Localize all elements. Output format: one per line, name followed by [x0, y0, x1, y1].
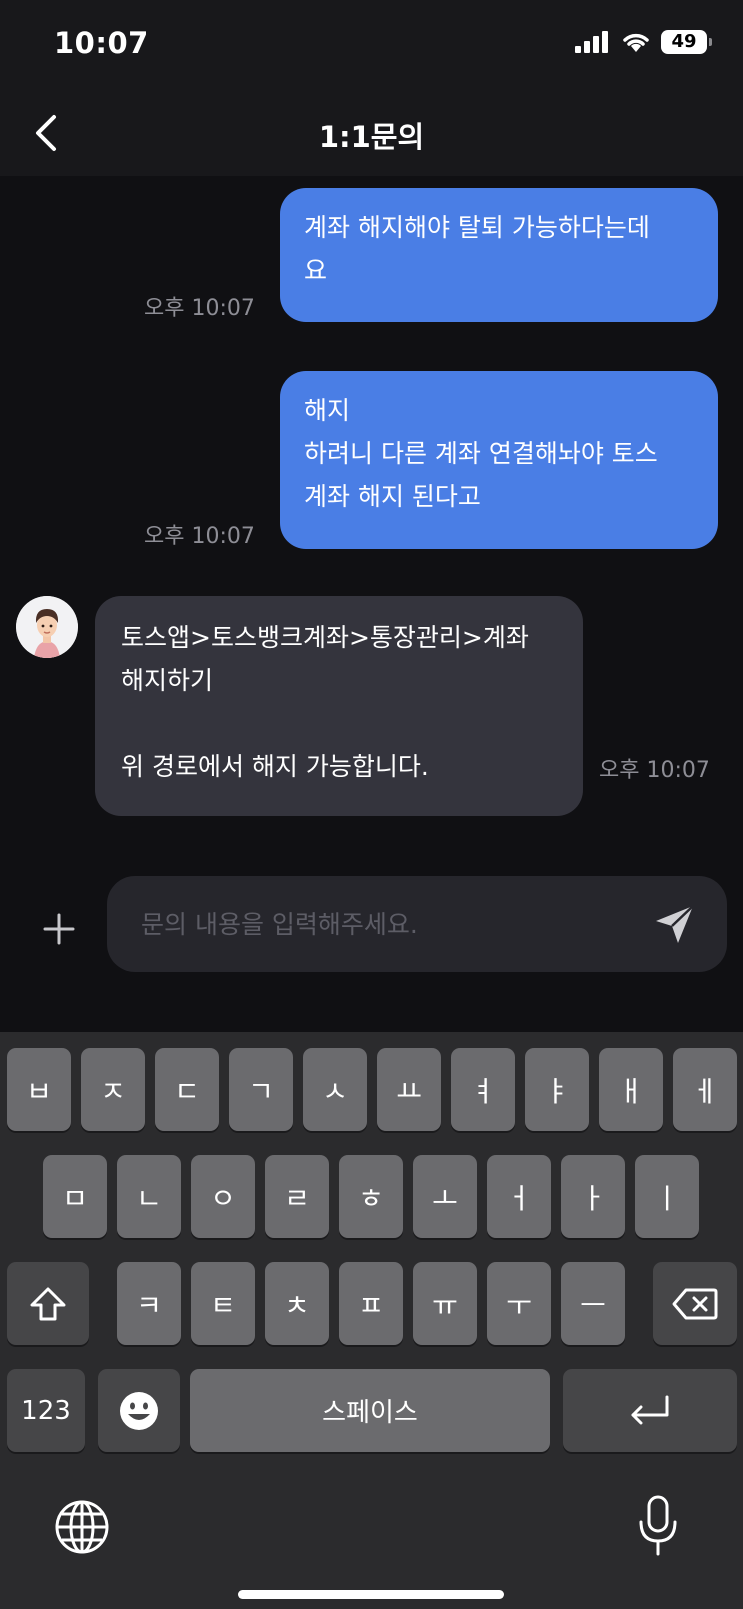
status-bar: 10:07 49 — [0, 0, 743, 92]
shift-key[interactable] — [7, 1262, 89, 1345]
dictation-button[interactable] — [636, 1494, 680, 1558]
message-timestamp: 오후 10:07 — [599, 758, 710, 783]
key[interactable]: ㅍ — [339, 1262, 403, 1345]
signal-icon — [575, 31, 608, 53]
key[interactable]: ㅅ — [303, 1048, 367, 1131]
send-icon — [656, 905, 694, 943]
message-timestamp: 오후 10:07 — [144, 296, 255, 321]
message-bubble-received: 토스앱>토스뱅크계좌>통장관리>계좌 해지하기 위 경로에서 해지 가능합니다. — [95, 596, 583, 816]
message-composer — [0, 870, 743, 1032]
person-avatar-icon — [16, 596, 78, 658]
shift-icon — [30, 1287, 66, 1320]
message-input-container — [107, 876, 727, 972]
message-timestamp: 오후 10:07 — [144, 524, 255, 549]
globe-button[interactable] — [54, 1499, 110, 1555]
key[interactable]: ㅔ — [673, 1048, 737, 1131]
message-input[interactable] — [139, 908, 637, 940]
key[interactable]: ㄹ — [265, 1155, 329, 1238]
key[interactable]: ㄴ — [117, 1155, 181, 1238]
globe-icon — [55, 1500, 109, 1554]
key[interactable]: ㅡ — [561, 1262, 625, 1345]
key[interactable]: ㅋ — [117, 1262, 181, 1345]
key[interactable]: ㅛ — [377, 1048, 441, 1131]
attach-button[interactable] — [40, 910, 78, 948]
send-button[interactable] — [653, 902, 697, 946]
key[interactable]: ㅏ — [561, 1155, 625, 1238]
space-key[interactable]: 스페이스 — [190, 1369, 550, 1452]
key[interactable]: ㅇ — [191, 1155, 255, 1238]
wifi-icon — [623, 33, 649, 52]
emoji-key[interactable] — [98, 1369, 180, 1452]
agent-avatar — [16, 596, 78, 658]
status-time: 10:07 — [54, 26, 149, 60]
key[interactable]: ㅂ — [7, 1048, 71, 1131]
microphone-icon — [639, 1495, 677, 1556]
key[interactable]: ㅜ — [487, 1262, 551, 1345]
key[interactable]: ㅎ — [339, 1155, 403, 1238]
key[interactable]: ㅐ — [599, 1048, 663, 1131]
return-key[interactable] — [563, 1369, 737, 1452]
chat-area[interactable]: 계좌 해지해야 탈퇴 가능하다는데 요 오후 10:07 해지 하려니 다른 계… — [0, 176, 743, 876]
key[interactable]: ㅈ — [81, 1048, 145, 1131]
key[interactable]: ㅊ — [265, 1262, 329, 1345]
home-indicator — [238, 1590, 504, 1599]
backspace-key[interactable] — [653, 1262, 737, 1345]
status-icons: 49 — [575, 30, 712, 54]
message-bubble-sent: 계좌 해지해야 탈퇴 가능하다는데 요 — [280, 188, 718, 322]
key[interactable]: ㅁ — [43, 1155, 107, 1238]
key[interactable]: ㄷ — [155, 1048, 219, 1131]
battery-indicator: 49 — [661, 30, 712, 54]
key[interactable]: ㄱ — [229, 1048, 293, 1131]
emoji-icon — [120, 1391, 158, 1430]
plus-icon — [43, 913, 75, 945]
keyboard: ㅂ ㅈ ㄷ ㄱ ㅅ ㅛ ㅕ ㅑ ㅐ ㅔ ㅁ ㄴ ㅇ ㄹ ㅎ ㅗ ㅓ ㅏ ㅣ ㅋ … — [0, 1032, 743, 1609]
key[interactable]: ㅣ — [635, 1155, 699, 1238]
numbers-key[interactable]: 123 — [7, 1369, 85, 1452]
key[interactable]: ㅕ — [451, 1048, 515, 1131]
page-title: 1:1문의 — [318, 120, 425, 154]
key[interactable]: ㅓ — [487, 1155, 551, 1238]
backspace-icon — [672, 1288, 718, 1319]
key[interactable]: ㅑ — [525, 1048, 589, 1131]
header: 1:1문의 — [0, 92, 743, 176]
key[interactable]: ㅗ — [413, 1155, 477, 1238]
key[interactable]: ㅌ — [191, 1262, 255, 1345]
key[interactable]: ㅠ — [413, 1262, 477, 1345]
return-icon — [631, 1395, 669, 1424]
message-bubble-sent: 해지 하려니 다른 계좌 연결해놔야 토스 계좌 해지 된다고 — [280, 371, 718, 549]
